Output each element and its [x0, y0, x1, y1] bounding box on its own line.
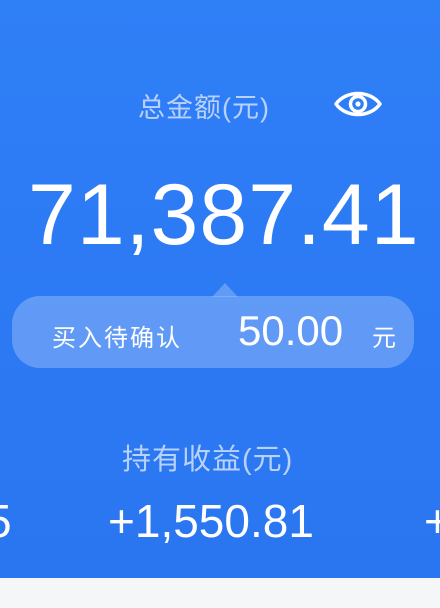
pending-purchase-amount: 50.00 [238, 307, 344, 354]
holding-profit-label: 持有收益(元) [122, 444, 294, 476]
total-amount-label: 总金额(元) [138, 93, 270, 123]
pending-purchase-unit: 元 [372, 325, 396, 352]
total-amount-value: 71,387.41 [28, 167, 420, 263]
pending-purchase-label: 买入待确认 [52, 325, 182, 352]
page-background-strip [0, 578, 440, 608]
next-card-edge-text: + [424, 495, 440, 547]
holding-profit-value: +1,550.81 [108, 495, 314, 547]
toggle-visibility-button[interactable] [332, 84, 384, 124]
pending-purchase-bubble[interactable]: 买入待确认 50.00 元 [12, 283, 414, 368]
asset-summary-panel: 总金额(元) 71,387.41 买入待确认 50.00 元 持有收益(元) 5… [0, 0, 440, 578]
previous-card-edge-text: 5 [0, 498, 12, 544]
eye-icon [334, 91, 382, 117]
